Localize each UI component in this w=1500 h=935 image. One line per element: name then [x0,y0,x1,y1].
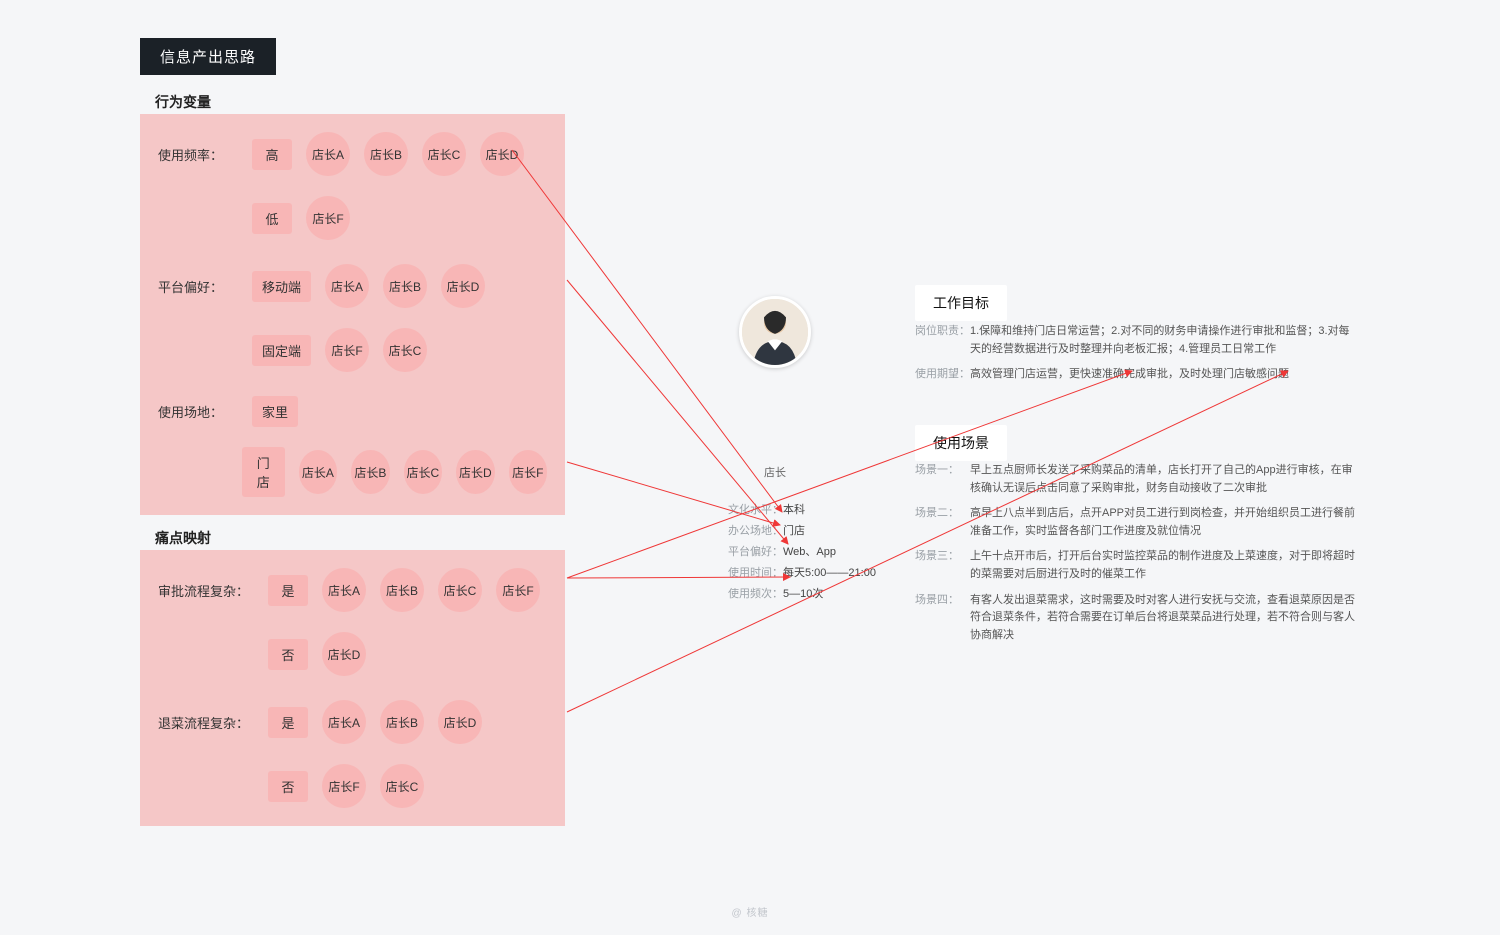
attr-key: 使用频次： [728,584,783,605]
attr-value: 门店 [783,521,805,542]
persona-attrs: 文化水平：本科 办公场地：门店 平台偏好：Web、App 使用时间：每天5:00… [728,500,876,604]
goals-title-box: 工作目标 [915,285,1007,321]
note-key: 场景一： [915,462,970,497]
scenes-notes: 场景一：早上五点厨师长发送了采购菜品的清单，店长打开了自己的App进行审核，在审… [915,462,1360,652]
card-approve-title: 审批流程复杂： [158,581,254,600]
attr-key: 办公场地： [728,521,783,542]
note-key: 使用期望： [915,366,970,384]
card-place: 使用场地： 家里 门店 店长A 店长B 店长C 店长D 店长F [140,378,565,515]
tag: 是 [268,707,308,738]
attr-value: 每天5:00——21:00 [783,563,876,584]
attr-value: 5—10次 [783,584,823,605]
note-key: 场景四： [915,592,970,645]
persona: 店长 [735,296,815,480]
card-frequency-title: 使用频率： [158,145,238,164]
bubble: 店长A [306,132,350,176]
note-value: 早上五点厨师长发送了采购菜品的清单，店长打开了自己的App进行审核，在审核确认无… [970,462,1360,497]
bubble: 店长B [383,264,427,308]
bubble: 店长F [322,764,366,808]
title-badge: 信息产出思路 [140,38,276,75]
card-place-title: 使用场地： [158,402,238,421]
footer: @ 核糖 [732,904,769,919]
bubble: 店长F [325,328,369,372]
bubble: 店长C [438,568,482,612]
bubble: 店长F [496,568,540,612]
attr-key: 平台偏好： [728,542,783,563]
bubble: 店长C [380,764,424,808]
bubble: 店长A [322,568,366,612]
tag: 否 [268,771,308,802]
goals-notes: 岗位职责：1.保障和维持门店日常运营；2.对不同的财务申请操作进行审批和监督；3… [915,323,1360,392]
attr-value: 本科 [783,500,805,521]
tag: 否 [268,639,308,670]
tag: 固定端 [252,335,311,366]
bubble: 店长B [380,700,424,744]
note-key: 岗位职责： [915,323,970,358]
scenes-title-box: 使用场景 [915,425,1007,461]
tag: 移动端 [252,271,311,302]
card-platform-title: 平台偏好： [158,277,238,296]
bubble: 店长F [306,196,350,240]
bubble: 店长B [364,132,408,176]
bubble: 店长B [351,450,389,494]
bubble: 店长C [383,328,427,372]
bubble: 店长D [438,700,482,744]
bubble: 店长B [380,568,424,612]
bubble: 店长A [299,450,337,494]
card-refund-title: 退菜流程复杂： [158,713,254,732]
attr-key: 使用时间： [728,563,783,584]
attr-value: Web、App [783,542,836,563]
tag: 是 [268,575,308,606]
note-key: 场景二： [915,505,970,540]
note-value: 有客人发出退菜需求，这时需要及时对客人进行安抚与交流，查看退菜原因是否符合退菜条… [970,592,1360,645]
tag: 家里 [252,396,298,427]
bubble: 店长D [480,132,524,176]
section-pain-label: 痛点映射 [155,528,211,548]
attr-key: 文化水平： [728,500,783,521]
note-value: 1.保障和维持门店日常运营；2.对不同的财务申请操作进行审批和监督；3.对每天的… [970,323,1360,358]
note-key: 场景三： [915,548,970,583]
tag: 低 [252,203,292,234]
bubble: 店长F [509,450,547,494]
note-value: 上午十点开市后，打开后台实时监控菜品的制作进度及上菜速度，对于即将超时的菜需要对… [970,548,1360,583]
tag: 高 [252,139,292,170]
bubble: 店长C [404,450,442,494]
bubble: 店长A [325,264,369,308]
card-platform: 平台偏好： 移动端 店长A 店长B 店长D 固定端 店长F 店长C [140,246,565,390]
bubble: 店长D [456,450,494,494]
note-value: 高效管理门店运营，更快速准确完成审批，及时处理门店敏感问题 [970,366,1360,384]
bubble: 店长D [322,632,366,676]
card-frequency: 使用频率： 高 店长A 店长B 店长C 店长D 低 店长F [140,114,565,258]
avatar [739,296,811,368]
section-behavior-label: 行为变量 [155,92,211,112]
card-refund: 退菜流程复杂： 是 店长A 店长B 店长D 否 店长F 店长C [140,682,565,826]
bubble: 店长D [441,264,485,308]
tag: 门店 [242,447,285,497]
bubble: 店长C [422,132,466,176]
persona-role: 店长 [735,464,815,480]
card-approve: 审批流程复杂： 是 店长A 店长B 店长C 店长F 否 店长D [140,550,565,694]
note-value: 高早上八点半到店后，点开APP对员工进行到岗检查，并开始组织员工进行餐前准备工作… [970,505,1360,540]
bubble: 店长A [322,700,366,744]
